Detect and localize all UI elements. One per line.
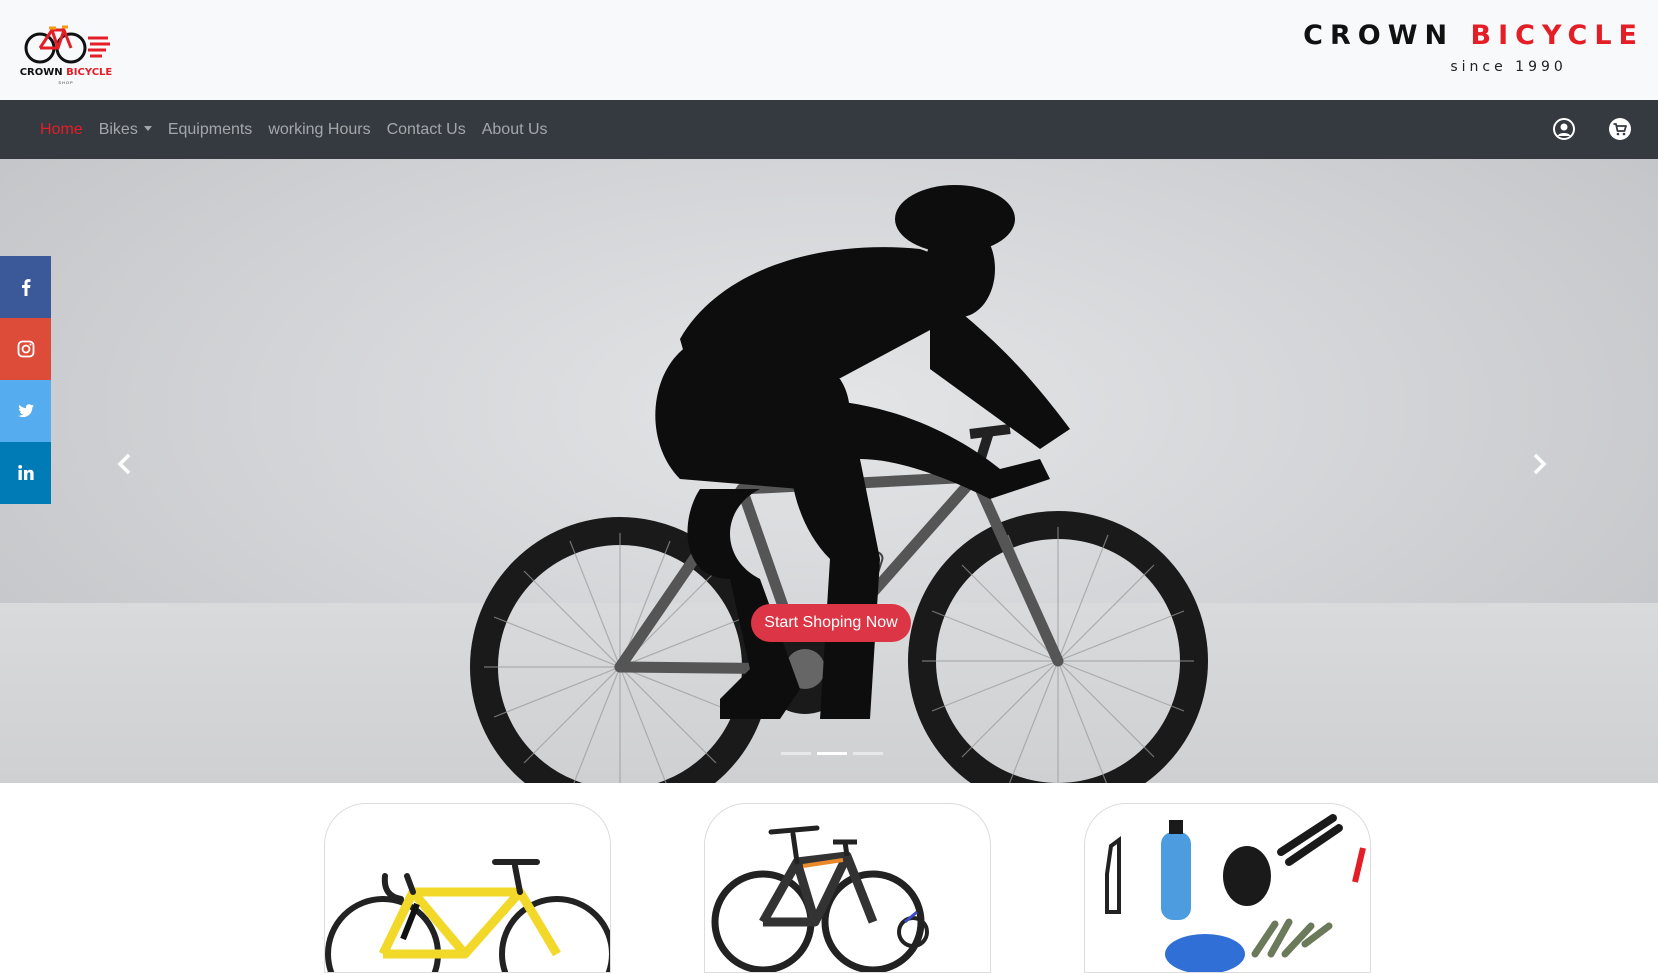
- facebook-link[interactable]: [0, 256, 51, 318]
- brand-block: CROWN BICYCLE since 1990: [1303, 20, 1644, 75]
- nav-bikes-dropdown[interactable]: Bikes: [99, 121, 152, 139]
- twitter-link[interactable]: [0, 380, 51, 442]
- instagram-link[interactable]: [0, 318, 51, 380]
- linkedin-icon: [17, 465, 34, 480]
- caret-down-icon: [143, 125, 152, 131]
- nav-icons: [1520, 117, 1632, 141]
- nav-home[interactable]: Home: [40, 121, 83, 139]
- brand-title: CROWN BICYCLE: [1303, 20, 1644, 51]
- logo-text: CROWN BICYCLE: [19, 67, 113, 78]
- brand-since: since 1990: [1450, 59, 1567, 75]
- nav-contact-us[interactable]: Contact Us: [387, 121, 466, 139]
- nav-bikes-label: Bikes: [98, 120, 138, 138]
- cart-icon[interactable]: [1608, 117, 1632, 141]
- nav-links: Home Bikes Equipments working Hours Cont…: [40, 100, 564, 159]
- main-navbar: Home Bikes Equipments working Hours Cont…: [0, 100, 1658, 159]
- site-logo[interactable]: CROWN BICYCLE SHOP: [16, 22, 116, 88]
- cyclist-silhouette-image: [470, 185, 1208, 783]
- carousel-prev-icon[interactable]: [110, 449, 140, 479]
- social-sidebar: [0, 256, 51, 504]
- carousel-indicator-1[interactable]: [781, 752, 811, 755]
- carousel-indicators: [781, 752, 889, 755]
- linkedin-link[interactable]: [0, 442, 51, 504]
- carousel-indicator-2[interactable]: [817, 752, 847, 755]
- nav-equipments[interactable]: Equipments: [168, 121, 253, 139]
- nav-working-hours[interactable]: working Hours: [268, 121, 370, 139]
- nav-about-us[interactable]: About Us: [482, 121, 548, 139]
- carousel-indicator-3[interactable]: [853, 752, 883, 755]
- carousel-next-icon[interactable]: [1524, 449, 1554, 479]
- user-icon[interactable]: [1552, 117, 1576, 141]
- twitter-icon: [17, 404, 34, 418]
- hero-carousel: Start Shoping Now: [0, 159, 1658, 783]
- instagram-icon: [17, 340, 34, 358]
- bicycle-logo-icon: [24, 25, 110, 64]
- facebook-icon: [21, 279, 30, 296]
- logo-subtext: SHOP: [58, 80, 74, 85]
- start-shopping-button[interactable]: Start Shoping Now: [751, 604, 911, 642]
- top-header: CROWN BICYCLE SHOP CROWN BICYCLE since 1…: [0, 0, 1658, 100]
